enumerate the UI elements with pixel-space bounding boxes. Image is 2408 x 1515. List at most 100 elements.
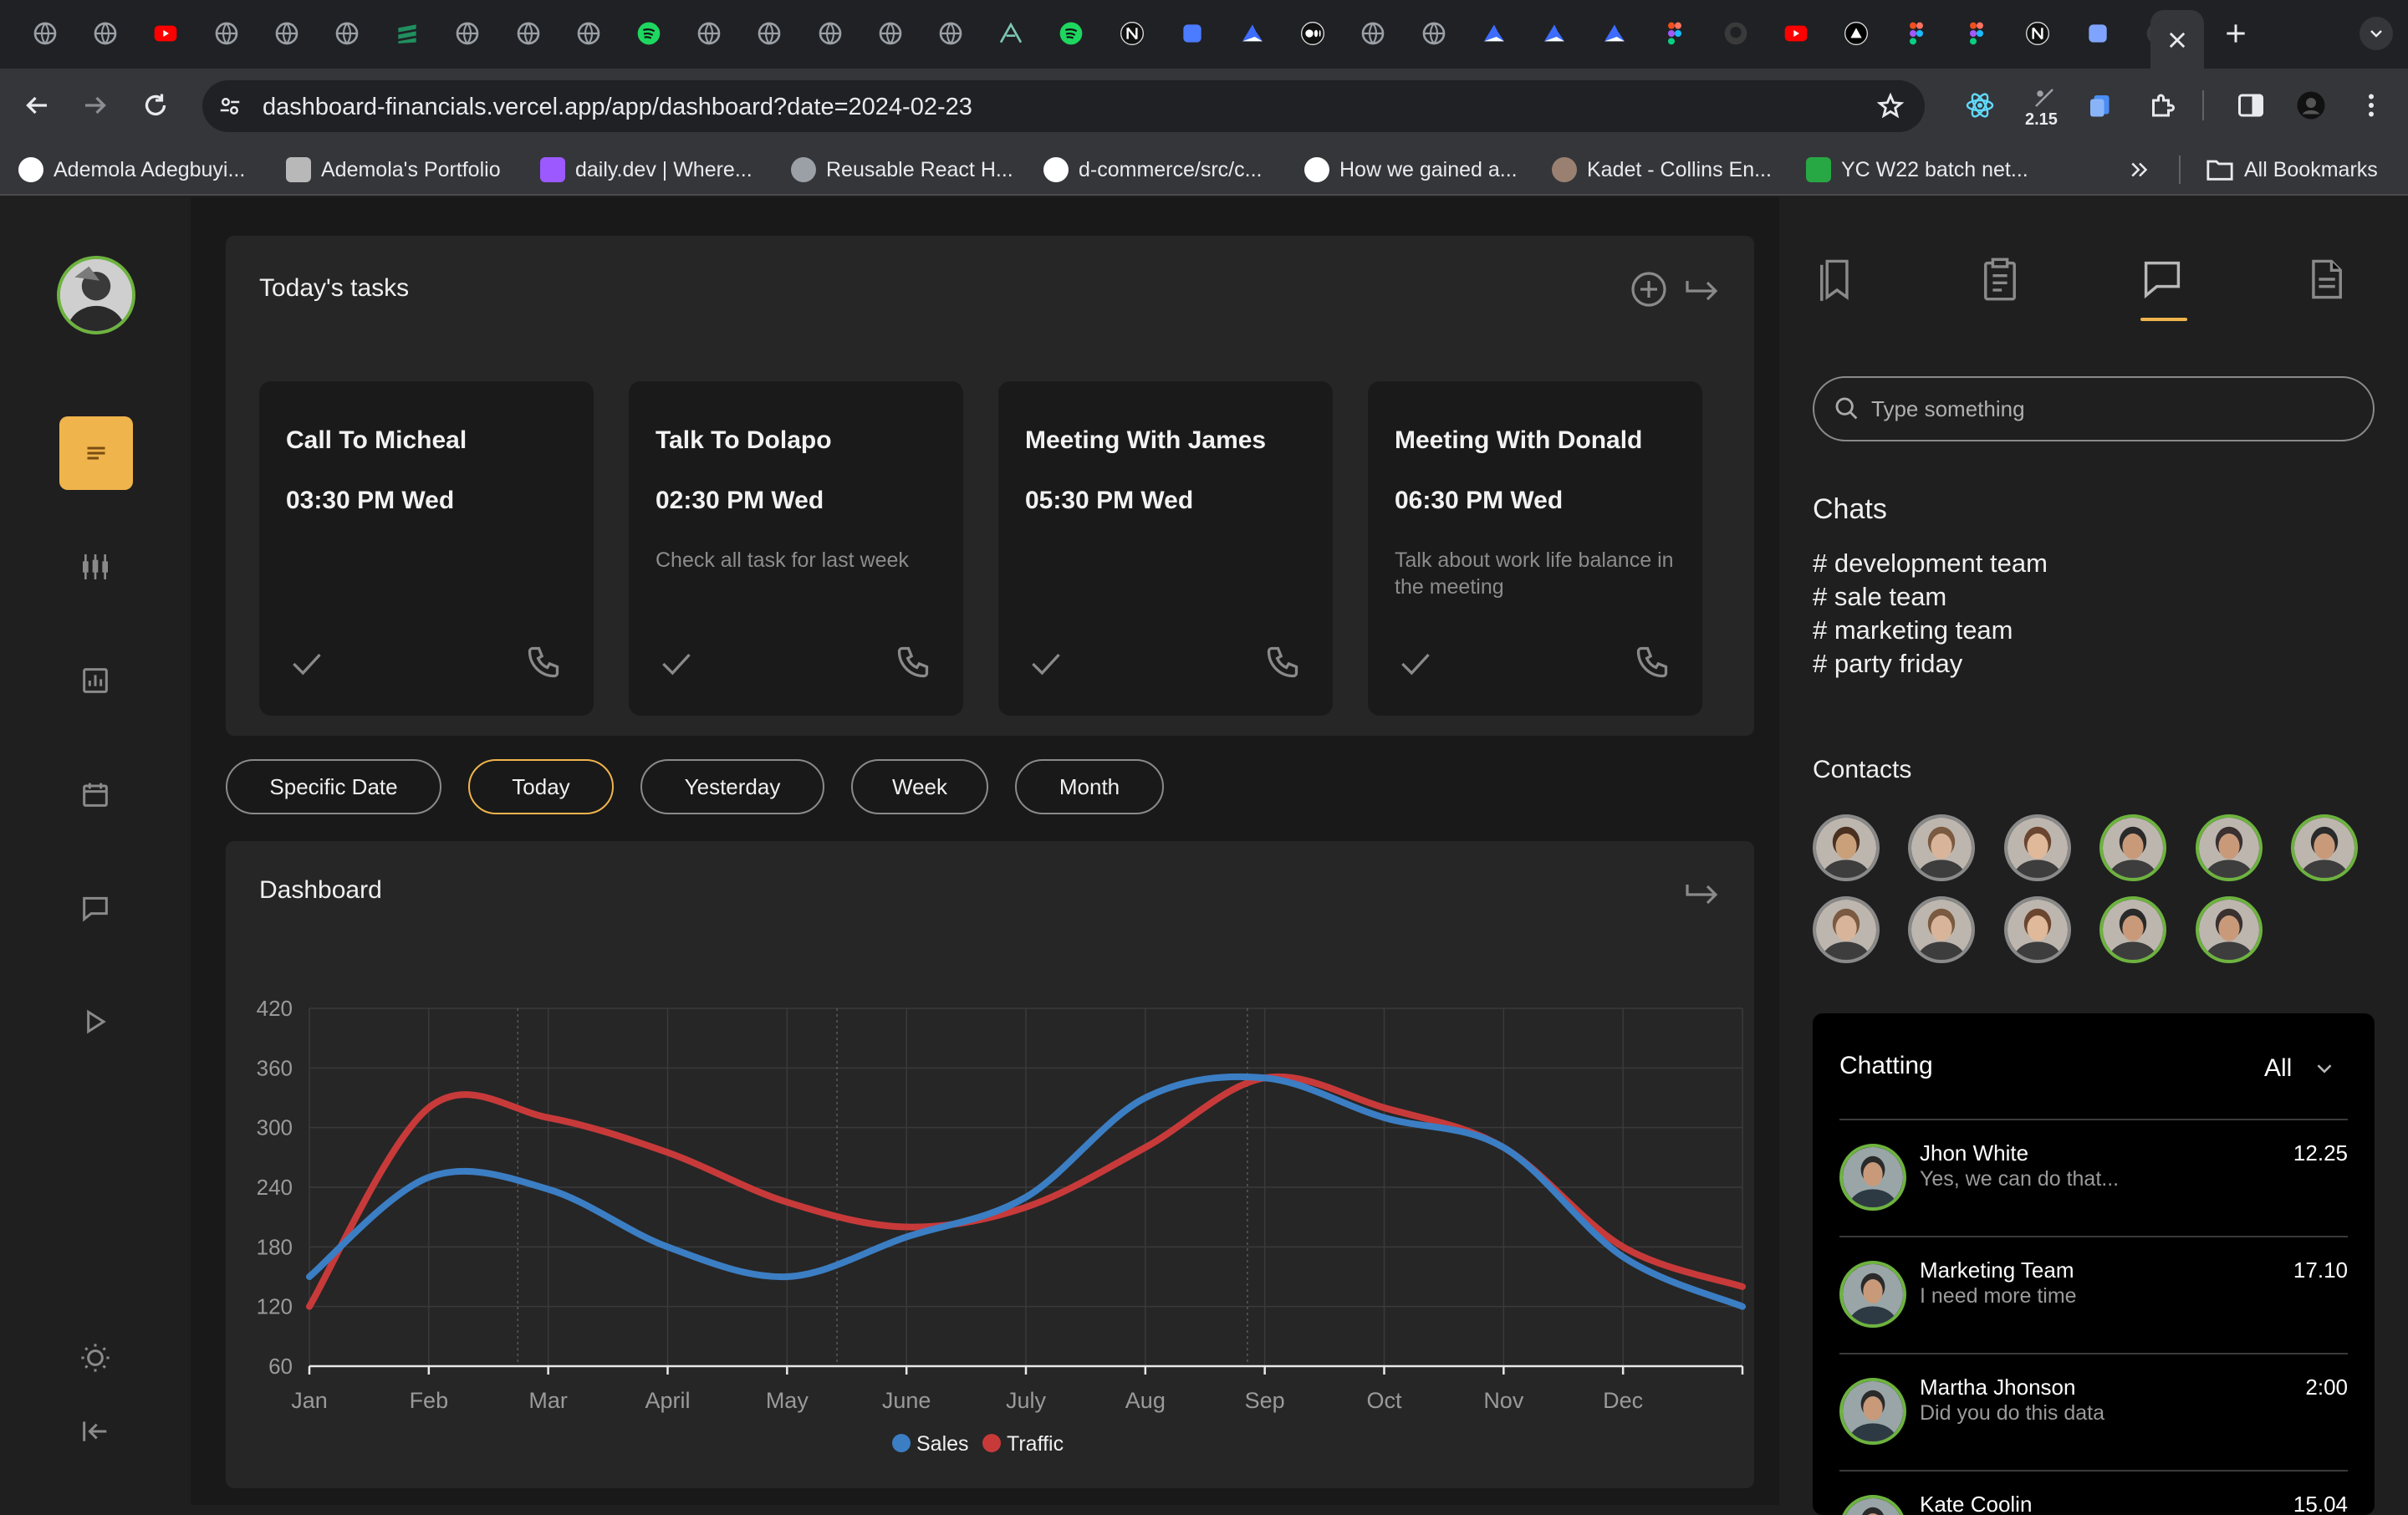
chat-row[interactable]: Marketing Team I need more time 17.10: [1839, 1236, 2348, 1353]
split-tab-icon[interactable]: [1419, 18, 1449, 48]
spotify-tab-icon[interactable]: [1056, 18, 1086, 48]
globe-tab-icon[interactable]: [1358, 18, 1388, 48]
notion-tab-icon[interactable]: [1117, 18, 1147, 48]
channel-link[interactable]: # development team: [1813, 548, 2048, 579]
contact-avatar[interactable]: [1908, 814, 1976, 881]
bookmark-item[interactable]: Ademola's Portfolio: [286, 156, 501, 184]
extension-badge-icon[interactable]: 2.15: [2020, 85, 2070, 129]
vercel-plane-tab-icon[interactable]: [1539, 18, 1569, 48]
side-panel-icon[interactable]: [2231, 85, 2271, 125]
globe-tab-icon[interactable]: [574, 18, 604, 48]
tab-chat[interactable]: [2139, 254, 2186, 304]
figma-tab-icon[interactable]: [1660, 18, 1690, 48]
tab-clipboard[interactable]: [1977, 254, 2023, 304]
address-bar[interactable]: dashboard-financials.vercel.app/app/dash…: [202, 80, 1925, 132]
tab-document[interactable]: [2303, 254, 2349, 304]
nav-calendar-icon[interactable]: [74, 773, 117, 816]
figma-tab-icon[interactable]: [1962, 18, 1992, 48]
reload-icon[interactable]: [135, 85, 176, 125]
bookmark-item[interactable]: How we gained a...: [1304, 156, 1518, 184]
globe-tab-icon[interactable]: [30, 18, 60, 48]
chat-row[interactable]: Martha Jhonson Did you do this data 2:00: [1839, 1353, 2348, 1470]
channel-link[interactable]: # party friday: [1813, 649, 1962, 679]
complete-check-icon[interactable]: [288, 645, 324, 682]
complete-check-icon[interactable]: [657, 645, 694, 682]
vercel-tab-icon[interactable]: [1841, 18, 1871, 48]
task-card[interactable]: Meeting With James 05:30 PM Wed: [998, 381, 1333, 716]
collapse-sidebar-icon[interactable]: [74, 1410, 117, 1453]
bookmark-item[interactable]: Kadet - Collins En...: [1552, 156, 1772, 184]
globe-tab-icon[interactable]: [452, 18, 482, 48]
chat-filter-select[interactable]: All: [2264, 1052, 2337, 1085]
globe-tab-icon[interactable]: [513, 18, 543, 48]
task-card[interactable]: Meeting With Donald 06:30 PM Wed Talk ab…: [1368, 381, 1702, 716]
figma-tab-icon[interactable]: [1901, 18, 1931, 48]
channel-link[interactable]: # marketing team: [1813, 615, 2013, 645]
globe-tab-icon[interactable]: [272, 18, 302, 48]
active-tab[interactable]: [2150, 10, 2204, 69]
vercel-plane-tab-icon[interactable]: [1479, 18, 1509, 48]
filter-today[interactable]: Today: [468, 759, 614, 814]
globe-tab-icon[interactable]: [694, 18, 724, 48]
youtube-tab-icon[interactable]: [150, 18, 181, 48]
task-card[interactable]: Talk To Dolapo 02:30 PM Wed Check all ta…: [629, 381, 963, 716]
bookmark-item[interactable]: daily.dev | Where...: [540, 156, 752, 184]
contact-avatar[interactable]: [2195, 814, 2263, 881]
nav-tasks-button[interactable]: [59, 416, 133, 490]
ms-tab-icon[interactable]: [1177, 18, 1207, 48]
medium-tab-icon[interactable]: [1298, 18, 1328, 48]
bookmark-item[interactable]: Ademola Adegbuyi...: [18, 156, 245, 184]
globe-tab-icon[interactable]: [875, 18, 906, 48]
youtube-tab-icon[interactable]: [1781, 18, 1811, 48]
globe-tab-icon[interactable]: [332, 18, 362, 48]
search-input[interactable]: [1871, 378, 2356, 440]
contact-avatar[interactable]: [1908, 896, 1976, 963]
task-card[interactable]: Call To Micheal 03:30 PM Wed: [259, 381, 594, 716]
complete-check-icon[interactable]: [1396, 645, 1433, 682]
globe-tab-icon[interactable]: [90, 18, 120, 48]
call-phone-icon[interactable]: [1634, 644, 1671, 681]
globe-tab-icon[interactable]: [815, 18, 845, 48]
nav-analytics-icon[interactable]: [74, 659, 117, 702]
filter-yesterday[interactable]: Yesterday: [640, 759, 824, 814]
globe-tab-icon[interactable]: [212, 18, 242, 48]
copy-extension-icon[interactable]: [2080, 85, 2120, 125]
new-tab-icon[interactable]: [2221, 18, 2251, 48]
nav-messages-icon[interactable]: [74, 886, 117, 930]
bookmark-star-icon[interactable]: [1876, 92, 1905, 120]
chat-row[interactable]: Kate Coolin 15.04: [1839, 1470, 2348, 1515]
site-settings-icon[interactable]: [217, 94, 242, 119]
browser-menu-icon[interactable]: [2351, 85, 2391, 125]
user-avatar[interactable]: [57, 256, 135, 334]
contact-avatar[interactable]: [2099, 814, 2167, 881]
profile-avatar-icon[interactable]: [2291, 85, 2331, 125]
nav-play-icon[interactable]: [74, 1000, 117, 1043]
vercel-plane-tab-icon[interactable]: [1237, 18, 1268, 48]
close-tab-icon[interactable]: [2166, 28, 2189, 52]
search-box[interactable]: [1813, 376, 2375, 441]
bookmark-item[interactable]: Reusable React H...: [791, 156, 1013, 184]
contact-avatar[interactable]: [1813, 814, 1880, 881]
react-devtools-icon[interactable]: [1960, 85, 2000, 125]
call-phone-icon[interactable]: [525, 644, 562, 681]
nav-candles-icon[interactable]: [74, 545, 117, 589]
contact-avatar[interactable]: [2099, 896, 2167, 963]
loop-tab-icon[interactable]: [2083, 18, 2113, 48]
globe-tab-icon[interactable]: [754, 18, 784, 48]
stack-tab-icon[interactable]: [392, 18, 422, 48]
theme-sun-icon[interactable]: [74, 1336, 117, 1380]
filter-week[interactable]: Week: [851, 759, 988, 814]
github-tab-icon[interactable]: [1721, 18, 1751, 48]
tab-bookmarks[interactable]: [1813, 254, 1860, 304]
globe-tab-icon[interactable]: [936, 18, 966, 48]
notion-tab-icon[interactable]: [2023, 18, 2053, 48]
call-phone-icon[interactable]: [1264, 644, 1301, 681]
back-icon[interactable]: [17, 85, 57, 125]
all-bookmarks-folder[interactable]: All Bookmarks: [2206, 156, 2378, 184]
spotify-tab-icon[interactable]: [634, 18, 664, 48]
filter-specific-date[interactable]: Specific Date: [226, 759, 441, 814]
extensions-puzzle-icon[interactable]: [2142, 85, 2182, 125]
channel-link[interactable]: # sale team: [1813, 582, 1946, 612]
contact-avatar[interactable]: [2003, 814, 2071, 881]
contact-avatar[interactable]: [1813, 896, 1880, 963]
